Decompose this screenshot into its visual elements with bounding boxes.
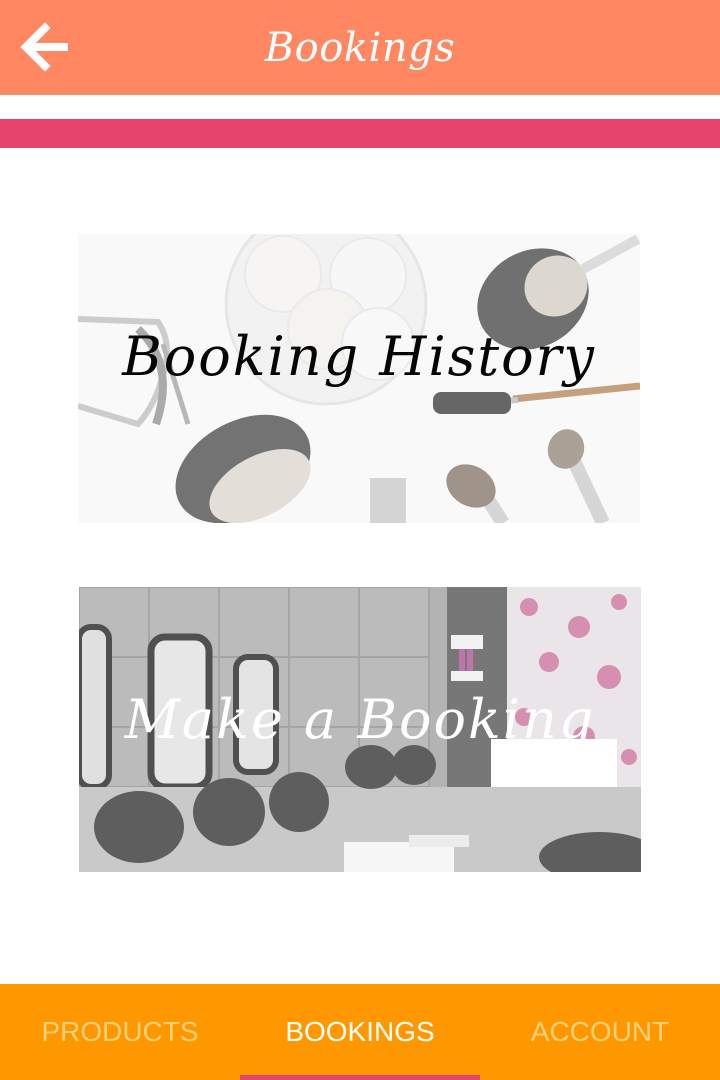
accent-divider [0, 119, 720, 148]
page-title: Bookings [264, 24, 456, 71]
make-booking-card[interactable]: Make a Booking [79, 587, 641, 872]
booking-history-card[interactable]: Booking History [78, 234, 640, 523]
tab-account[interactable]: ACCOUNT [480, 984, 720, 1080]
bottom-navigation: PRODUCTS BOOKINGS ACCOUNT [0, 984, 720, 1080]
tab-account-label: ACCOUNT [530, 1016, 670, 1047]
top-app-bar: Bookings [0, 0, 720, 95]
tab-bookings-label: BOOKINGS [285, 1016, 435, 1047]
tab-bookings[interactable]: BOOKINGS [240, 984, 480, 1080]
booking-history-label: Booking History [122, 325, 596, 388]
make-booking-label: Make a Booking [124, 688, 596, 751]
tab-products-label: PRODUCTS [41, 1016, 199, 1047]
tab-products[interactable]: PRODUCTS [0, 984, 240, 1080]
active-tab-indicator [240, 1075, 480, 1080]
